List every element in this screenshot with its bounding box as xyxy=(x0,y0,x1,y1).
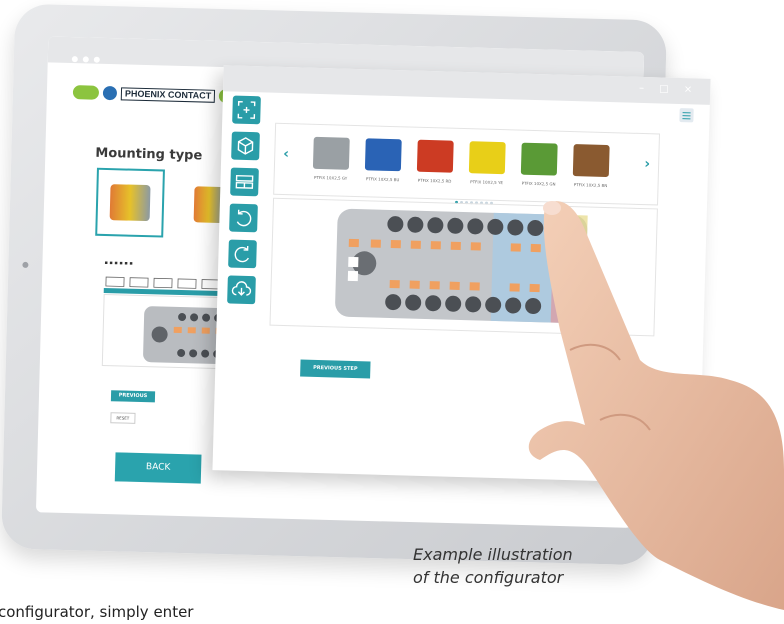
caption: Example illustration of the configurator xyxy=(413,543,633,589)
caption-line-1: Example illustration xyxy=(413,545,573,564)
caption-line-2: of the configurator xyxy=(413,568,564,587)
hand-illustration xyxy=(528,201,784,610)
body-text: configurator, simply enter xyxy=(0,603,194,621)
